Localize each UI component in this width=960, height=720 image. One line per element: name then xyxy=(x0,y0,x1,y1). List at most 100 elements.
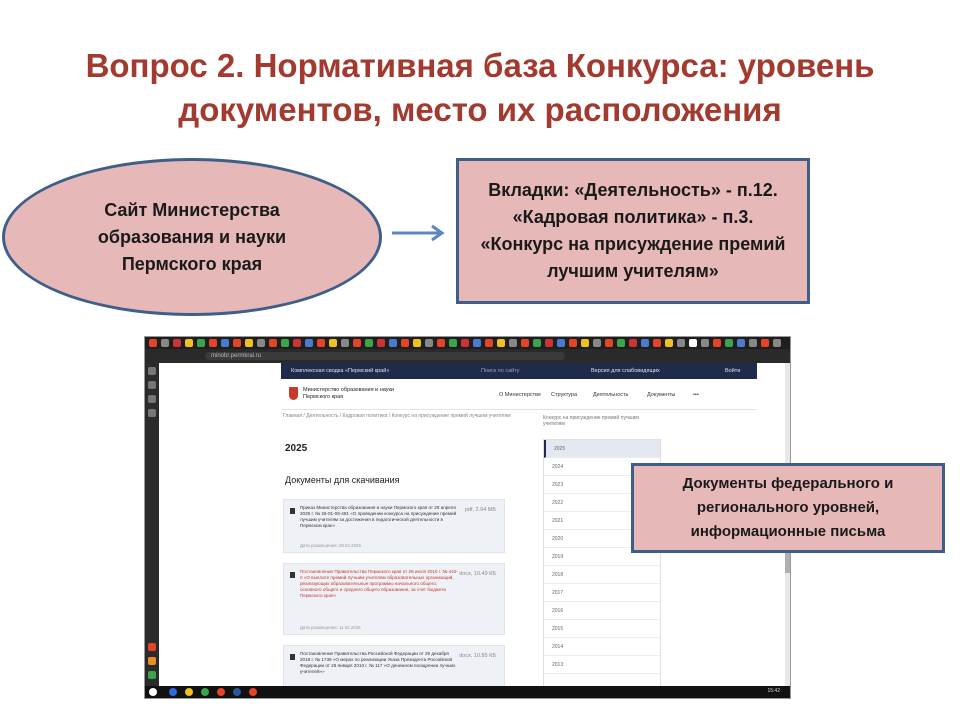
tab-favicon-icon[interactable] xyxy=(341,339,349,347)
tab-favicon-icon[interactable] xyxy=(605,339,613,347)
accessibility-link[interactable]: Версия для слабовидящих xyxy=(591,363,660,379)
tab-favicon-icon[interactable] xyxy=(449,339,457,347)
document-title[interactable]: Постановление Правительства Пермского кр… xyxy=(300,569,460,599)
tab-favicon-icon[interactable] xyxy=(617,339,625,347)
download-icon[interactable] xyxy=(290,508,295,514)
tab-favicon-icon[interactable] xyxy=(437,339,445,347)
tab-favicon-icon[interactable] xyxy=(233,339,241,347)
breadcrumb[interactable]: Главная / Деятельность / Кадровая полити… xyxy=(283,413,523,419)
tab-favicon-icon[interactable] xyxy=(509,339,517,347)
nav-structure[interactable]: Структура xyxy=(551,392,577,398)
tab-favicon-icon[interactable] xyxy=(557,339,565,347)
tab-favicon-icon[interactable] xyxy=(293,339,301,347)
tab-favicon-icon[interactable] xyxy=(629,339,637,347)
year-item[interactable]: 2015 xyxy=(544,620,660,638)
tab-favicon-icon[interactable] xyxy=(161,339,169,347)
tab-favicon-icon[interactable] xyxy=(269,339,277,347)
sidebar-bookmark-icon[interactable] xyxy=(148,381,156,389)
tab-favicon-icon[interactable] xyxy=(389,339,397,347)
perm-crest-icon[interactable] xyxy=(289,387,298,400)
tab-favicon-icon[interactable] xyxy=(677,339,685,347)
tab-favicon-icon[interactable] xyxy=(533,339,541,347)
tab-favicon-icon[interactable] xyxy=(581,339,589,347)
tab-favicon-icon[interactable] xyxy=(197,339,205,347)
tab-favicon-icon[interactable] xyxy=(377,339,385,347)
document-item[interactable]: Постановление Правительства Пермского кр… xyxy=(283,563,505,635)
year-item[interactable]: 2025 xyxy=(544,440,660,458)
tab-favicon-icon[interactable] xyxy=(569,339,577,347)
tab-favicon-icon[interactable] xyxy=(749,339,757,347)
tab-favicon-icon[interactable] xyxy=(761,339,769,347)
nav-documents[interactable]: Документы xyxy=(647,392,675,398)
document-item[interactable]: Приказ Министерства образования и науки … xyxy=(283,499,505,553)
tab-favicon-icon[interactable] xyxy=(725,339,733,347)
tab-favicon-icon[interactable] xyxy=(329,339,337,347)
nav-more[interactable]: ••• xyxy=(693,392,699,398)
start-icon[interactable] xyxy=(149,688,157,696)
tab-favicon-icon[interactable] xyxy=(185,339,193,347)
edge-icon[interactable] xyxy=(169,688,177,696)
nav-activity[interactable]: Деятельность xyxy=(593,392,628,398)
year-item[interactable]: 2018 xyxy=(544,566,660,584)
tab-favicon-icon[interactable] xyxy=(701,339,709,347)
yandex-icon[interactable] xyxy=(217,688,225,696)
tab-favicon-icon[interactable] xyxy=(365,339,373,347)
tab-favicon-icon[interactable] xyxy=(485,339,493,347)
tab-favicon-icon[interactable] xyxy=(773,339,781,347)
tab-favicon-icon[interactable] xyxy=(461,339,469,347)
tab-favicon-icon[interactable] xyxy=(149,339,157,347)
chrome-icon[interactable] xyxy=(201,688,209,696)
sidebar-app-icon[interactable] xyxy=(148,657,156,665)
browser-tab-strip[interactable] xyxy=(145,337,790,349)
tab-favicon-icon[interactable] xyxy=(473,339,481,347)
sidebar-download-icon[interactable] xyxy=(148,409,156,417)
yandex-browser-icon[interactable] xyxy=(249,688,257,696)
tab-favicon-icon[interactable] xyxy=(521,339,529,347)
sidebar-menu-icon[interactable] xyxy=(148,367,156,375)
tab-favicon-icon[interactable] xyxy=(221,339,229,347)
ministry-site-label: Сайт Министерства образования и науки Пе… xyxy=(97,199,287,274)
url-field[interactable]: minobr.permkrai.ru xyxy=(205,352,565,360)
document-title[interactable]: Постановление Правительства Российской Ф… xyxy=(300,651,460,675)
tab-favicon-icon[interactable] xyxy=(593,339,601,347)
year-item[interactable]: 2016 xyxy=(544,602,660,620)
year-item[interactable]: 2013 xyxy=(544,656,660,674)
tab-favicon-icon[interactable] xyxy=(317,339,325,347)
tab-favicon-icon[interactable] xyxy=(425,339,433,347)
tab-favicon-icon[interactable] xyxy=(737,339,745,347)
download-icon[interactable] xyxy=(290,654,295,660)
tab-favicon-icon[interactable] xyxy=(401,339,409,347)
site-search-input[interactable]: Поиск по сайту xyxy=(481,363,520,379)
login-link[interactable]: Войти xyxy=(725,363,740,379)
tab-favicon-icon[interactable] xyxy=(713,339,721,347)
year-item[interactable]: 2014 xyxy=(544,638,660,656)
tab-favicon-icon[interactable] xyxy=(305,339,313,347)
nav-about[interactable]: О Министерстве xyxy=(499,392,541,398)
tab-favicon-icon[interactable] xyxy=(413,339,421,347)
tab-favicon-icon[interactable] xyxy=(665,339,673,347)
tab-favicon-icon[interactable] xyxy=(497,339,505,347)
tab-favicon-icon[interactable] xyxy=(353,339,361,347)
tab-favicon-icon[interactable] xyxy=(173,339,181,347)
folder-icon[interactable] xyxy=(185,688,193,696)
document-size: docx, 10.85 КБ xyxy=(459,653,496,659)
sidebar-app-icon[interactable] xyxy=(148,643,156,651)
word-icon[interactable] xyxy=(233,688,241,696)
tab-favicon-icon[interactable] xyxy=(653,339,661,347)
active-tab-favicon-icon[interactable] xyxy=(689,339,697,347)
tab-favicon-icon[interactable] xyxy=(257,339,265,347)
download-icon[interactable] xyxy=(290,572,295,578)
sidebar-app-icon[interactable] xyxy=(148,671,156,679)
tab-favicon-icon[interactable] xyxy=(641,339,649,347)
ministry-name[interactable]: Министерство образования и науки Пермско… xyxy=(303,387,413,401)
document-date: Дата размещения: 29.04.2025 xyxy=(300,543,361,548)
sidebar-history-icon[interactable] xyxy=(148,395,156,403)
document-item[interactable]: Постановление Правительства Российской Ф… xyxy=(283,645,505,688)
site-top-portal-link[interactable]: Комплексная сводка «Пермский край» xyxy=(291,363,389,379)
tab-favicon-icon[interactable] xyxy=(209,339,217,347)
year-item[interactable]: 2017 xyxy=(544,584,660,602)
tab-favicon-icon[interactable] xyxy=(245,339,253,347)
tab-favicon-icon[interactable] xyxy=(545,339,553,347)
tab-favicon-icon[interactable] xyxy=(281,339,289,347)
document-title[interactable]: Приказ Министерства образования и науки … xyxy=(300,505,460,529)
